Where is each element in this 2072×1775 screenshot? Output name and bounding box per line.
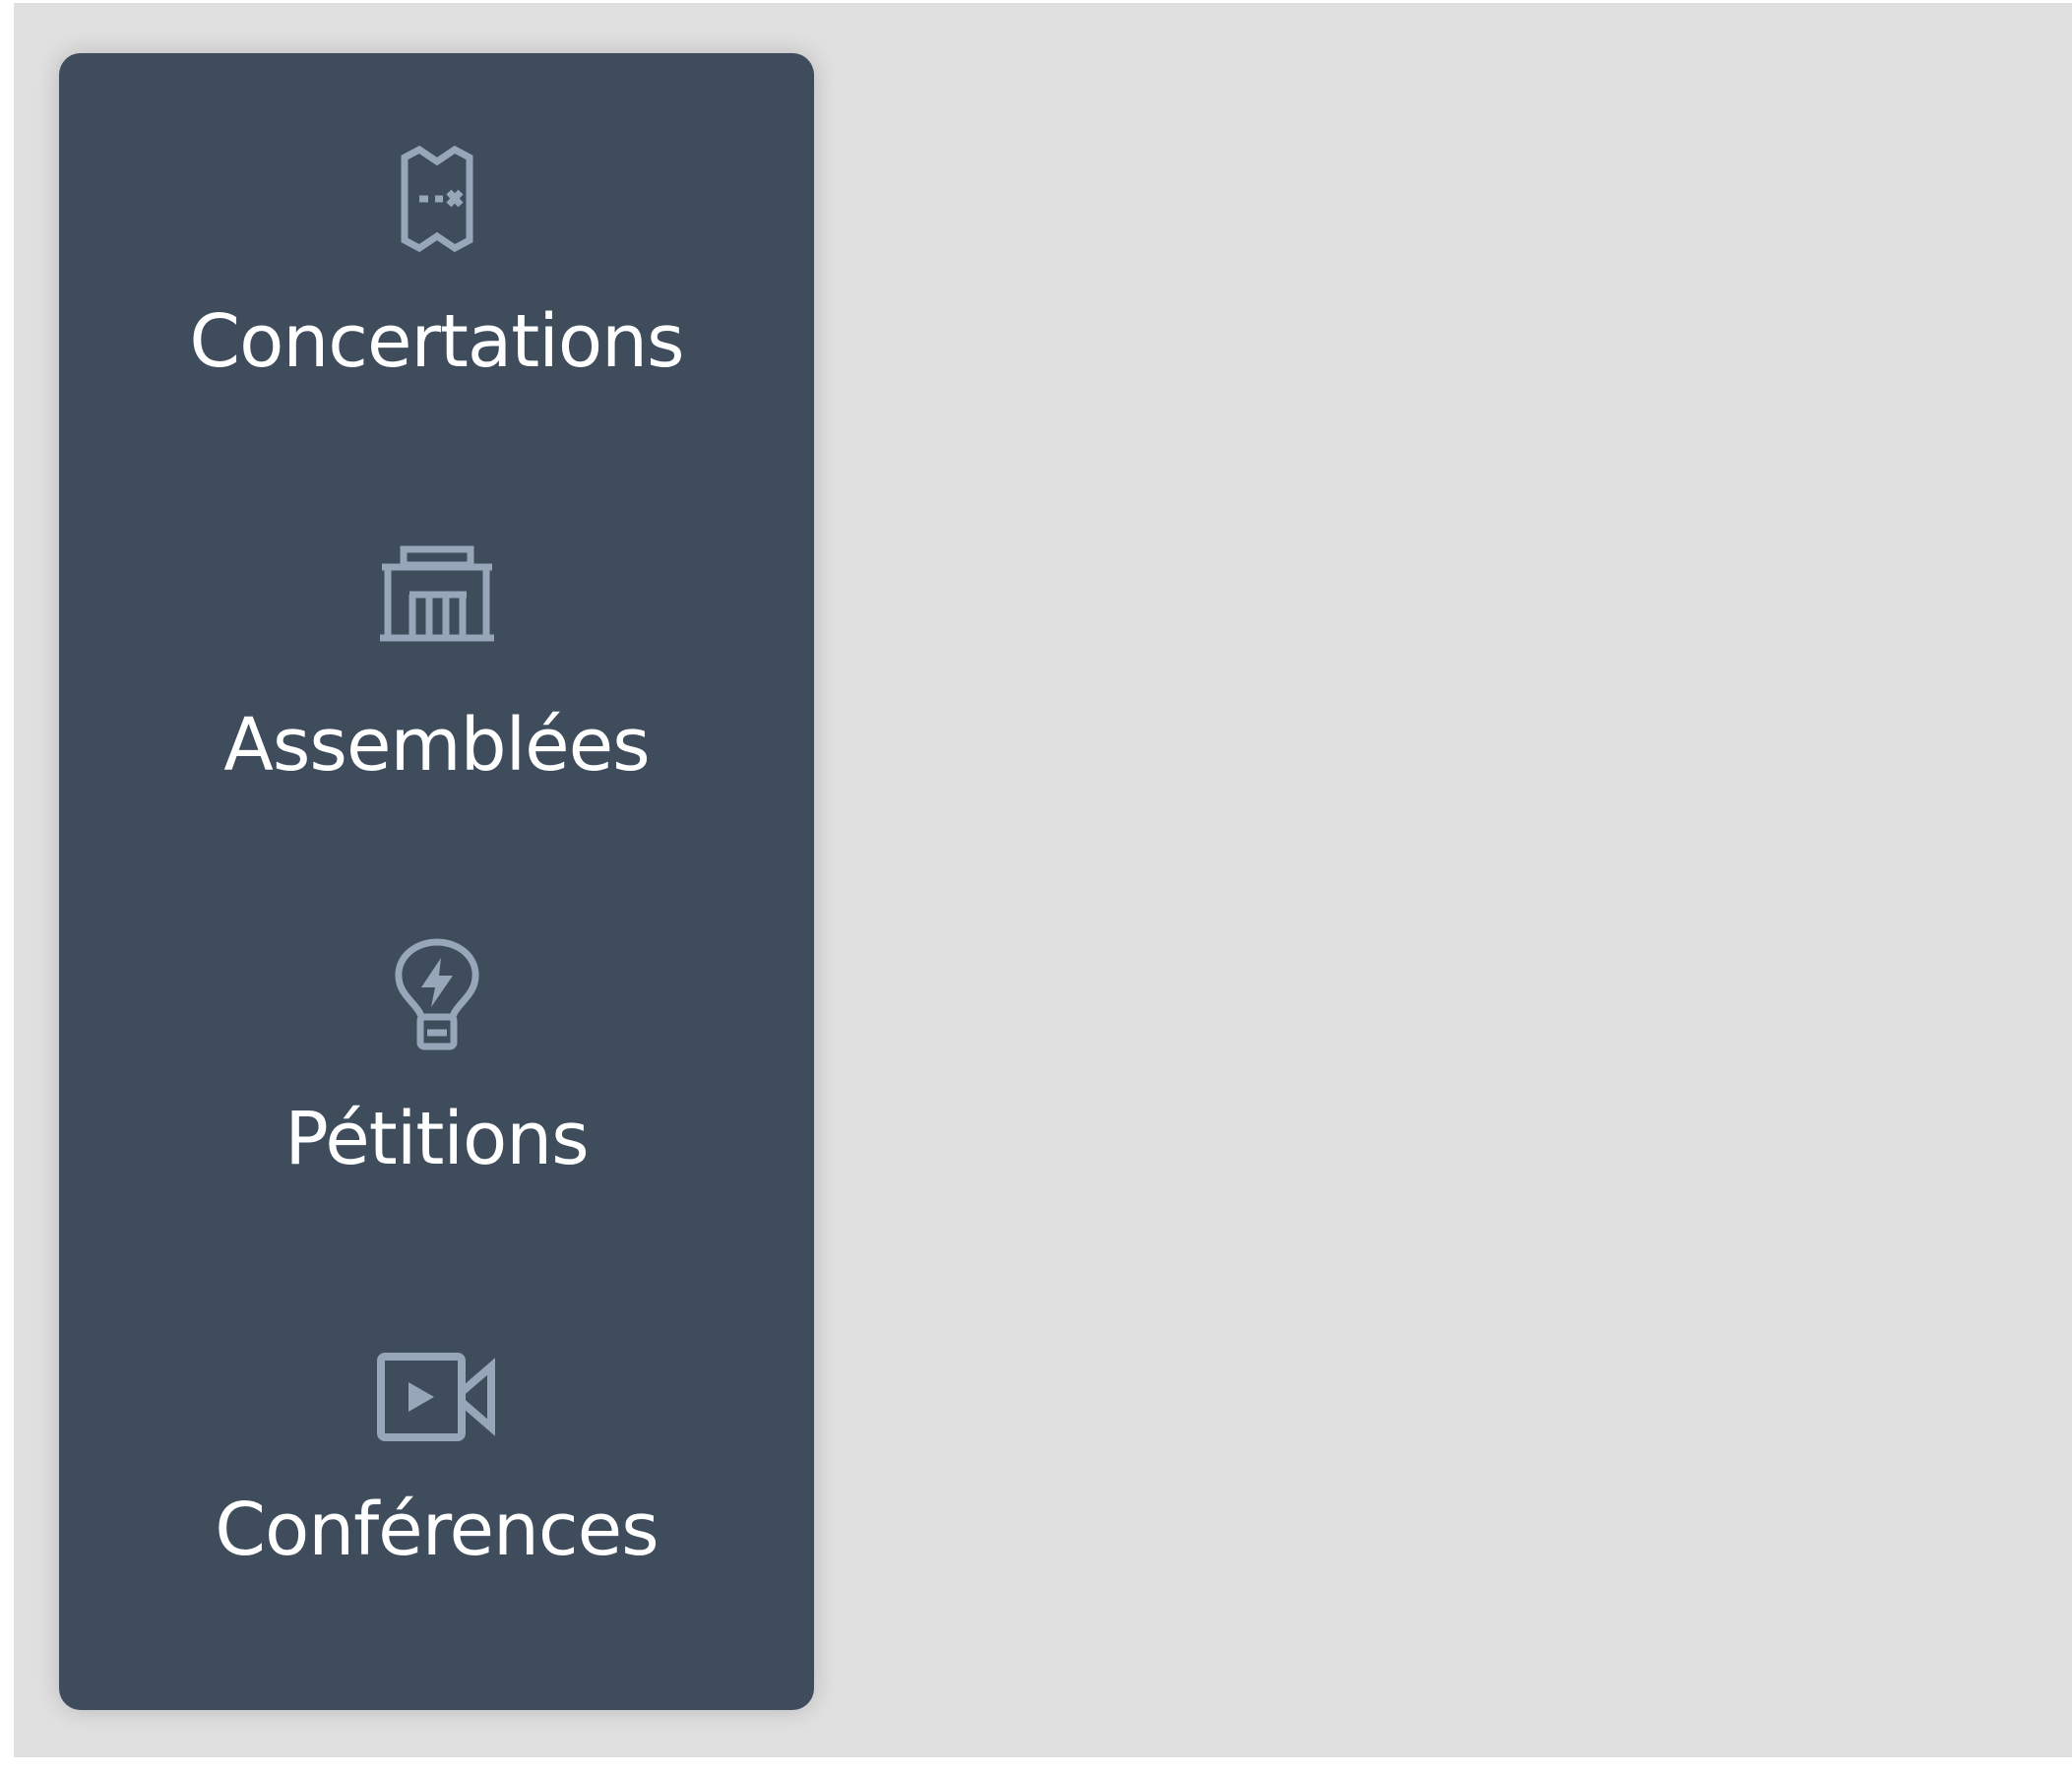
- video-camera-icon: [376, 1353, 495, 1441]
- menu-item-petitions[interactable]: Pétitions: [59, 866, 814, 1273]
- menu-item-label: Conférences: [215, 1488, 659, 1572]
- menu-item-label: Pétitions: [284, 1097, 589, 1181]
- building-icon: [379, 545, 494, 642]
- menu-item-assemblees[interactable]: Assemblées: [59, 460, 814, 866]
- process-type-menu: Concertations Assemblées Pétitions Confé…: [59, 53, 814, 1710]
- menu-item-label: Assemblées: [223, 703, 650, 788]
- menu-item-concertations[interactable]: Concertations: [59, 53, 814, 460]
- menu-item-label: Concertations: [189, 299, 684, 384]
- menu-item-conferences[interactable]: Conférences: [59, 1273, 814, 1680]
- lightbulb-icon: [394, 938, 479, 1050]
- map-icon: [401, 145, 472, 253]
